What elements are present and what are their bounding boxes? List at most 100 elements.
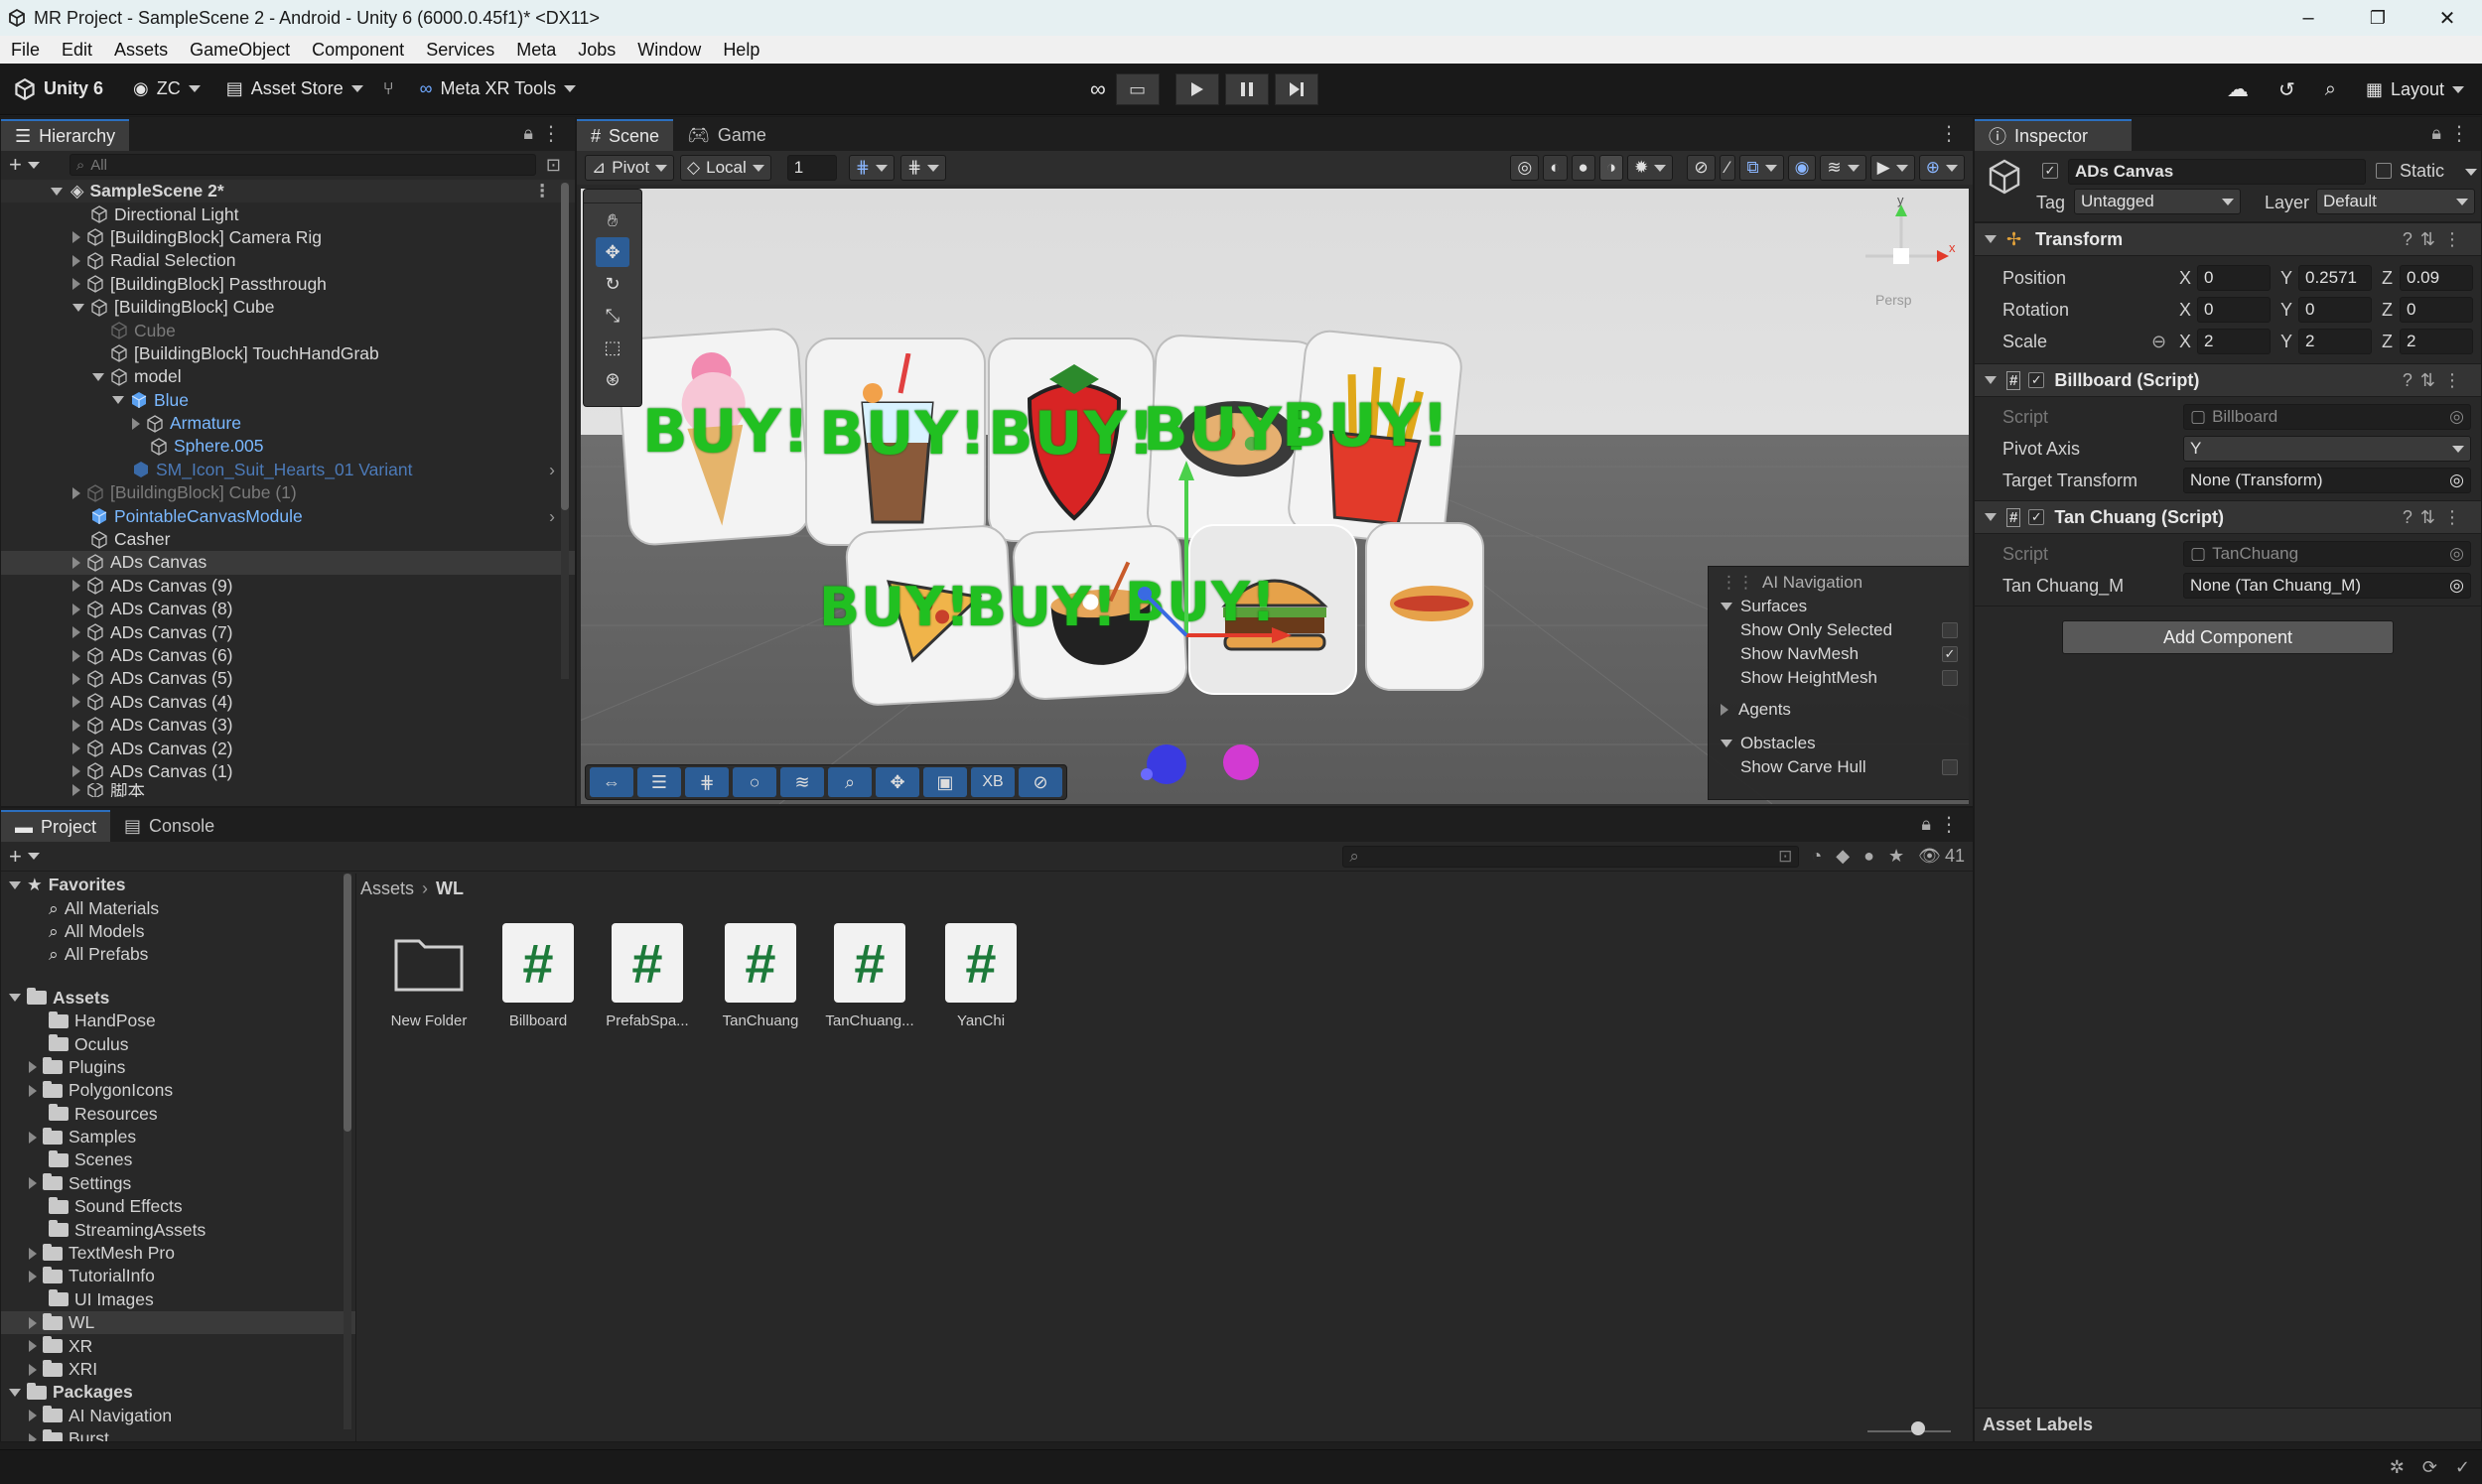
camera-icon[interactable]: ▶ <box>1869 155 1915 181</box>
search-options-icon[interactable]: ⊡ <box>1778 847 1792 867</box>
hierarchy-item[interactable]: Sphere.005 <box>1 435 575 458</box>
overlay-grid-icon[interactable]: ⋕ <box>685 767 729 797</box>
expand-icon[interactable] <box>72 486 80 499</box>
kebab-menu-icon[interactable]: ⋮ <box>541 121 561 146</box>
expand-icon[interactable] <box>29 1340 37 1353</box>
menu-gameobject[interactable]: GameObject <box>179 40 301 61</box>
expand-icon[interactable] <box>1985 235 1997 243</box>
hierarchy-search-input[interactable]: ⌕ All <box>69 154 536 176</box>
hierarchy-item[interactable]: Directional Light <box>1 202 575 225</box>
tab-project[interactable]: ▬ Project <box>1 810 111 842</box>
hierarchy-item[interactable]: [BuildingBlock] Cube <box>1 296 575 319</box>
overlay-layers-icon[interactable]: ≋ <box>780 767 824 797</box>
step-button[interactable] <box>1274 73 1318 105</box>
asset-yanchi-script[interactable]: # YanChi <box>931 923 1031 1029</box>
hierarchy-item[interactable]: ADs Canvas (8) <box>1 598 575 620</box>
folder-item[interactable]: XR <box>1 1334 355 1357</box>
folder-item[interactable]: Sound Effects <box>1 1195 355 1218</box>
asset-new-folder[interactable]: New Folder <box>379 923 479 1029</box>
show-navmesh-checkbox[interactable]: ✓ <box>1942 646 1958 662</box>
pause-button[interactable] <box>1224 73 1269 105</box>
menu-services[interactable]: Services <box>415 40 505 61</box>
hierarchy-item[interactable]: Armature <box>1 412 575 435</box>
snap-toggle[interactable]: ⋕ <box>848 155 896 181</box>
folder-item[interactable]: UI Images <box>1 1288 355 1311</box>
pivot-axis-dropdown[interactable]: Y <box>2183 436 2471 462</box>
hierarchy-item[interactable]: [BuildingBlock] Passthrough <box>1 273 575 296</box>
lock-icon[interactable]: 🔒︎ <box>523 123 533 144</box>
asset-store-dropdown[interactable]: ▤ Asset Store <box>218 71 371 107</box>
overlay-pivot-icon[interactable]: ✥ <box>876 767 919 797</box>
expand-icon[interactable] <box>72 696 80 709</box>
hierarchy-item[interactable]: ADs Canvas (4) <box>1 691 575 714</box>
menu-component[interactable]: Component <box>301 40 415 61</box>
kebab-menu-icon[interactable]: ⋮ <box>1939 812 1959 837</box>
chevron-right-icon[interactable]: › <box>549 506 555 527</box>
asset-tanchuang2-script[interactable]: # TanChuang... <box>820 923 919 1029</box>
layout-dropdown[interactable]: ▦ Layout <box>2358 71 2472 107</box>
expand-icon[interactable] <box>9 1388 21 1397</box>
hierarchy-item[interactable]: ADs Canvas (3) <box>1 714 575 737</box>
hierarchy-item[interactable]: Radial Selection <box>1 249 575 272</box>
hand-tool-icon[interactable]: ✋︎ <box>596 205 629 235</box>
orientation-gizmo[interactable]: y x Persp <box>1842 197 1961 316</box>
menu-edit[interactable]: Edit <box>51 40 103 61</box>
hierarchy-item[interactable]: ADs Canvas (7) <box>1 620 575 643</box>
expand-icon[interactable] <box>72 672 80 685</box>
hierarchy-item[interactable]: Blue <box>1 389 575 412</box>
folder-item[interactable]: Oculus <box>1 1032 355 1055</box>
tanchuang-enabled-checkbox[interactable]: ✓ <box>2028 509 2045 525</box>
tanchuang-script-field[interactable]: ▢ TanChuang ◎ <box>2183 541 2471 567</box>
folder-item[interactable]: Settings <box>1 1172 355 1195</box>
grid-toggle[interactable]: ⋕ <box>900 155 947 181</box>
transform-header[interactable]: ✢ Transform ?⇅⋮ <box>1975 222 2481 256</box>
overlay-xb-button[interactable]: XB <box>971 767 1015 797</box>
version-control-button[interactable]: ⑂ <box>375 71 402 107</box>
target-icon[interactable]: ◎ <box>2449 471 2464 490</box>
hierarchy-item[interactable]: ADs Canvas (9) <box>1 575 575 598</box>
folder-item-selected[interactable]: WL <box>1 1311 355 1335</box>
favorite-item[interactable]: ⌕ All Materials <box>1 896 355 919</box>
expand-icon[interactable] <box>72 784 80 797</box>
expand-icon[interactable] <box>1985 376 1997 384</box>
expand-icon[interactable] <box>29 1177 37 1190</box>
link-icon[interactable]: ⊖ <box>2151 332 2179 352</box>
expand-icon[interactable] <box>1721 740 1732 747</box>
target-icon[interactable]: ◎ <box>2449 576 2464 596</box>
tab-scene[interactable]: # Scene <box>577 119 674 151</box>
hierarchy-item[interactable]: SM_Icon_Suit_Hearts_01 Variant › <box>1 459 575 481</box>
expand-icon[interactable] <box>72 303 84 312</box>
hierarchy-item[interactable]: PointableCanvasModule › <box>1 504 575 527</box>
expand-icon[interactable] <box>1721 603 1732 610</box>
simulator-button[interactable]: ▭ <box>1115 73 1160 105</box>
expand-icon[interactable] <box>72 254 80 267</box>
chevron-down-icon[interactable] <box>2465 169 2477 176</box>
kebab-menu-icon[interactable]: ⋮ <box>2449 121 2469 146</box>
eye-icon[interactable]: ◉ <box>1787 155 1817 181</box>
wireframe-shading-icon[interactable]: ◐ <box>1543 155 1568 181</box>
overlay-camera-icon[interactable]: ▣ <box>923 767 967 797</box>
expand-icon[interactable] <box>72 603 80 615</box>
expand-icon[interactable] <box>72 278 80 291</box>
overlay-move-icon[interactable]: ⇔ <box>590 767 633 797</box>
component-actions-icons[interactable]: ?⇅⋮ <box>2403 370 2469 391</box>
menu-window[interactable]: Window <box>626 40 712 61</box>
packages-foldout[interactable]: Packages <box>1 1381 355 1404</box>
expand-icon[interactable] <box>29 1432 37 1441</box>
folder-item[interactable]: StreamingAssets <box>1 1218 355 1241</box>
tab-console[interactable]: ▤ Console <box>110 810 228 842</box>
component-actions-icons[interactable]: ?⇅⋮ <box>2403 507 2469 528</box>
agents-foldout[interactable]: Agents <box>1721 698 1958 722</box>
gizmos-icon[interactable]: ⊕ <box>1918 155 1965 181</box>
filter-type-icon[interactable]: ◔ <box>1811 846 1822 867</box>
hierarchy-item[interactable]: model <box>1 365 575 388</box>
scene-search-icon[interactable]: ⊡ <box>546 155 561 176</box>
menu-meta[interactable]: Meta <box>505 40 567 61</box>
static-checkbox[interactable] <box>2376 163 2392 179</box>
overlay-circle-icon[interactable]: ○ <box>733 767 776 797</box>
expand-icon[interactable] <box>51 187 63 196</box>
billboard-header[interactable]: # ✓ Billboard (Script) ?⇅⋮ <box>1975 363 2481 397</box>
scene-row[interactable]: ◈ SampleScene 2* ⋮ <box>1 180 575 203</box>
add-component-button[interactable]: Add Component <box>2062 620 2394 654</box>
project-search-input[interactable]: ⌕ ⊡ <box>1342 845 1800 868</box>
